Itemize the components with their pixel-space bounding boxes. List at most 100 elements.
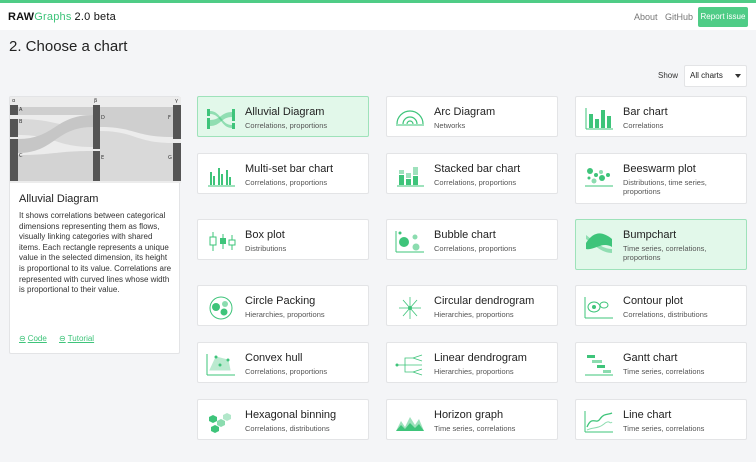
chart-filter-value: All charts <box>690 71 723 80</box>
chart-card-name: Bar chart <box>623 106 668 118</box>
linear-dendrogram-icon <box>395 354 423 376</box>
chart-card-category: Correlations, distributions <box>623 310 708 319</box>
chart-card-name: Horizon graph <box>434 409 504 421</box>
code-link-label: Code <box>27 334 47 343</box>
line-icon <box>584 411 613 433</box>
chart-card-category: Correlations, proportions <box>434 178 517 187</box>
diagram-node-a: A <box>19 107 23 113</box>
chart-card-line-chart[interactable]: Line chart Time series, correlations <box>575 399 747 440</box>
chart-card-beeswarm-plot[interactable]: Beeswarm plot Distributions, time series,… <box>575 153 747 204</box>
chart-card-circular-dendrogram[interactable]: Circular dendrogram Hierarchies, proporti… <box>386 285 558 326</box>
chart-card-box-plot[interactable]: Box plot Distributions <box>197 219 369 260</box>
filter-label: Show <box>658 71 679 80</box>
beeswarm-icon <box>585 168 613 187</box>
chevron-down-icon <box>735 74 741 78</box>
chart-card-horizon-graph[interactable]: Horizon graph Time series, correlations <box>386 399 558 440</box>
chart-filter-select[interactable]: All charts <box>684 65 747 87</box>
link-icon: ⊖ <box>19 334 26 343</box>
chart-card-category: Networks <box>434 121 466 130</box>
tutorial-link[interactable]: ⊖ Tutorial <box>59 334 94 343</box>
chart-card-stacked-bar-chart[interactable]: Stacked bar chart Correlations, proportio… <box>386 153 558 194</box>
diagram-node-d: D <box>101 115 105 121</box>
alluvial-preview-image: α β γ A B C D E F G <box>10 97 181 183</box>
chart-card-category: Distributions, time series, proportions <box>623 178 707 196</box>
chart-card-name: Arc Diagram <box>434 106 496 118</box>
multiset-bar-icon <box>208 168 235 187</box>
chart-card-category: Hierarchies, proportions <box>434 310 514 319</box>
chart-card-category: Correlations, proportions <box>245 178 328 187</box>
chart-card-name: Linear dendrogram <box>434 352 527 364</box>
chart-card-name: Alluvial Diagram <box>245 106 325 118</box>
chart-card-convex-hull[interactable]: Convex hull Correlations, proportions <box>197 342 369 383</box>
tutorial-link-label: Tutorial <box>67 334 95 343</box>
chart-card-category: Correlations, proportions <box>434 244 517 253</box>
horizon-icon <box>396 417 424 431</box>
chart-card-alluvial-diagram[interactable]: Alluvial Diagram Correlations, proportion… <box>197 96 369 137</box>
chart-card-category: Time series, correlations <box>434 424 516 433</box>
chart-card-gantt-chart[interactable]: Gantt chart Time series, correlations <box>575 342 747 383</box>
chart-card-category: Hierarchies, proportions <box>245 310 325 319</box>
diagram-node-e: E <box>101 155 104 161</box>
nav-link-about[interactable]: About <box>634 12 658 22</box>
diagram-col-label-2: β <box>94 98 97 104</box>
code-link[interactable]: ⊖ Code <box>19 334 47 343</box>
chart-card-multi-set-bar-chart[interactable]: Multi-set bar chart Correlations, proport… <box>197 153 369 194</box>
chart-preview-panel: α β γ A B C D E F G Alluvial Diagram It … <box>9 96 181 354</box>
bar-icon <box>585 108 613 130</box>
chart-card-name: Contour plot <box>623 295 683 307</box>
chart-card-category: Distributions <box>245 244 287 253</box>
chart-card-name: Convex hull <box>245 352 303 364</box>
contour-icon <box>584 297 613 319</box>
diagram-node-g: G <box>168 155 172 161</box>
chart-card-name: Box plot <box>245 229 285 241</box>
circular-dendrogram-icon <box>399 297 421 319</box>
chart-card-category: Hierarchies, proportions <box>434 367 514 376</box>
chart-card-category: Correlations, distributions <box>245 424 330 433</box>
chart-card-name: Gantt chart <box>623 352 678 364</box>
chart-card-bubble-chart[interactable]: Bubble chart Correlations, proportions <box>386 219 558 260</box>
brand-light: Graphs <box>34 11 72 23</box>
chart-card-category: Time series, correlations <box>623 367 705 376</box>
nav-link-github[interactable]: GitHub <box>665 12 693 22</box>
chart-card-name: Beeswarm plot <box>623 163 696 175</box>
link-icon: ⊖ <box>59 334 66 343</box>
chart-card-category: Time series, correlations <box>623 424 705 433</box>
diagram-node-f: F <box>168 115 171 121</box>
brand-logo[interactable]: RAWGraphs 2.0 beta <box>8 11 116 23</box>
chart-card-circle-packing[interactable]: Circle Packing Hierarchies, proportions <box>197 285 369 326</box>
navbar: RAWGraphs 2.0 beta About GitHub Report is… <box>0 3 756 30</box>
chart-card-hexagonal-binning[interactable]: Hexagonal binning Correlations, distribut… <box>197 399 369 440</box>
alluvial-icon <box>207 109 235 129</box>
chart-card-category: Correlations, proportions <box>245 121 328 130</box>
chart-card-linear-dendrogram[interactable]: Linear dendrogram Hierarchies, proportion… <box>386 342 558 383</box>
chart-card-name: Bubble chart <box>434 229 496 241</box>
arc-icon <box>396 110 424 126</box>
chart-card-category: Time series, correlations, proportions <box>623 244 707 262</box>
diagram-node-c: C <box>19 153 23 159</box>
brand-bold: RAW <box>8 11 35 23</box>
report-issue-button[interactable]: Report issue <box>698 7 748 27</box>
page-title: 2. Choose a chart <box>9 38 128 55</box>
chart-card-arc-diagram[interactable]: Arc Diagram Networks <box>386 96 558 137</box>
diagram-col-label-3: γ <box>175 98 178 104</box>
chart-card-category: Correlations, proportions <box>245 367 328 376</box>
diagram-node-b: B <box>19 119 23 125</box>
chart-card-name: Circular dendrogram <box>434 295 535 307</box>
bubble-icon <box>395 231 424 253</box>
stacked-bar-icon <box>397 167 424 187</box>
chart-card-contour-plot[interactable]: Contour plot Correlations, distributions <box>575 285 747 326</box>
chart-card-name: Multi-set bar chart <box>245 163 334 175</box>
chart-card-bar-chart[interactable]: Bar chart Correlations <box>575 96 747 137</box>
chart-card-bumpchart[interactable]: Bumpchart Time series, correlations, prop… <box>575 219 747 270</box>
chart-card-name: Circle Packing <box>245 295 316 307</box>
preview-title: Alluvial Diagram <box>19 193 99 205</box>
chart-card-name: Bumpchart <box>623 229 677 241</box>
chart-card-name: Stacked bar chart <box>434 163 521 175</box>
gantt-icon <box>585 355 613 376</box>
boxplot-icon <box>209 232 236 251</box>
chart-card-category: Correlations <box>623 121 664 130</box>
circle-packing-icon <box>209 296 233 320</box>
chart-card-name: Hexagonal binning <box>245 409 337 421</box>
chart-card-name: Line chart <box>623 409 672 421</box>
brand-version: 2.0 beta <box>74 11 116 23</box>
